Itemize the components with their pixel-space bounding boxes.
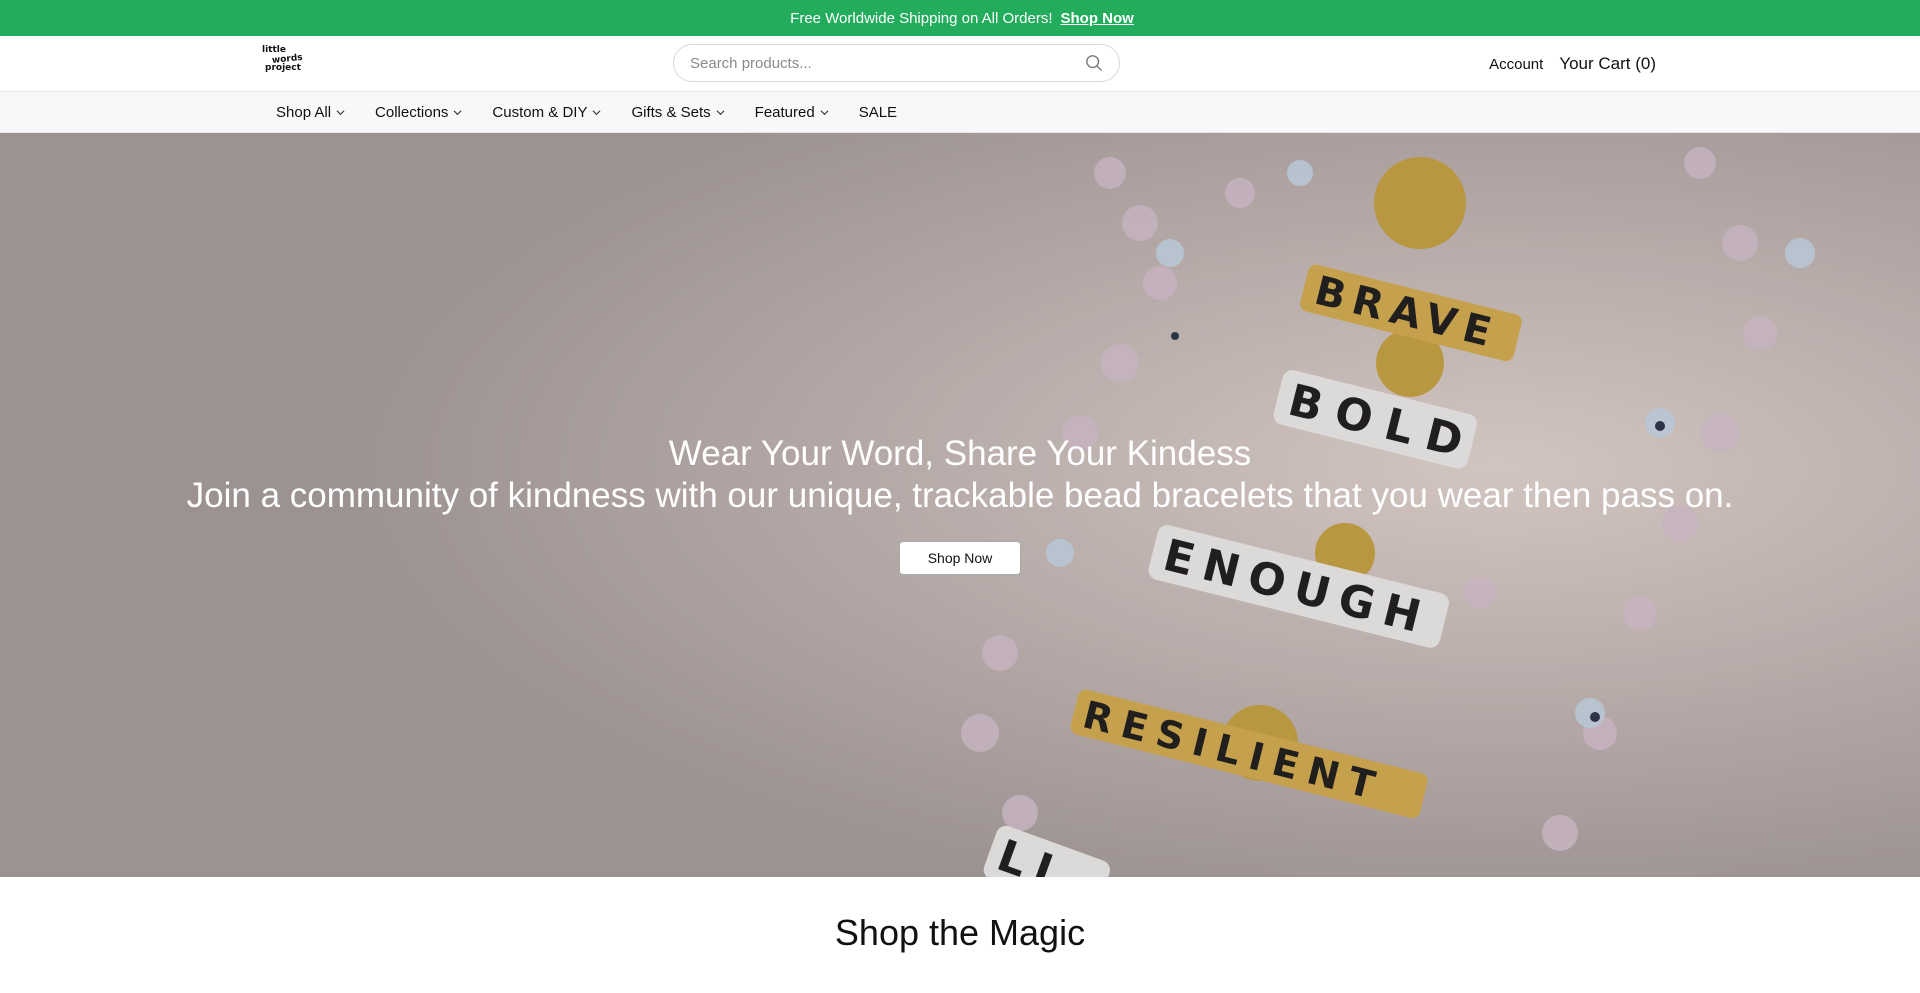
- search-input[interactable]: [690, 54, 1085, 72]
- nav-item-label: Collections: [375, 103, 449, 121]
- nav-item-gifts-sets[interactable]: Gifts & Sets: [631, 103, 725, 121]
- nav-item-label: Shop All: [276, 103, 332, 121]
- chevron-down-icon: [453, 109, 462, 115]
- chevron-down-icon: [336, 109, 345, 115]
- hero-subtitle: Join a community of kindness with our un…: [186, 476, 1734, 515]
- announcement-bar: Free Worldwide Shipping on All Orders! S…: [0, 0, 1920, 36]
- announcement-shop-now-link[interactable]: Shop Now: [1061, 10, 1134, 27]
- search-icon[interactable]: [1085, 54, 1103, 72]
- chevron-down-icon: [716, 109, 725, 115]
- site-header: little words project Account Your Cart (…: [0, 36, 1920, 92]
- nav-item-shop-all[interactable]: Shop All: [276, 104, 345, 121]
- logo[interactable]: little words project: [262, 46, 310, 80]
- nav-item-sale[interactable]: SALE: [859, 104, 897, 121]
- chevron-down-icon: [592, 109, 601, 115]
- hero-banner: BRAVE BOLD ENOUGH RESILIENT LI Wear Your…: [0, 133, 1920, 877]
- nav-item-custom-diy[interactable]: Custom & DIY: [492, 104, 601, 121]
- announcement-text: Free Worldwide Shipping on All Orders!: [790, 9, 1053, 27]
- hero-shop-now-button[interactable]: Shop Now: [898, 541, 1022, 575]
- nav-item-label: Custom & DIY: [492, 103, 588, 121]
- account-link[interactable]: Account: [1489, 56, 1543, 73]
- cart-link[interactable]: Your Cart (0): [1559, 54, 1656, 74]
- main-nav: Shop All Collections Custom & DIY Gifts …: [0, 92, 1920, 133]
- hero-title: Wear Your Word, Share Your Kindess: [668, 434, 1252, 473]
- section-title: Shop the Magic: [834, 912, 1086, 953]
- hero-content: Wear Your Word, Share Your Kindess Join …: [0, 433, 1920, 575]
- nav-item-label: SALE: [858, 103, 898, 121]
- header-actions: Account Your Cart (0): [1489, 36, 1656, 92]
- nav-item-featured[interactable]: Featured: [755, 104, 829, 121]
- nav-item-collections[interactable]: Collections: [375, 104, 462, 121]
- chevron-down-icon: [820, 109, 829, 115]
- nav-item-label: Gifts & Sets: [631, 103, 711, 121]
- search-bar: [673, 44, 1120, 82]
- nav-item-label: Featured: [754, 103, 815, 121]
